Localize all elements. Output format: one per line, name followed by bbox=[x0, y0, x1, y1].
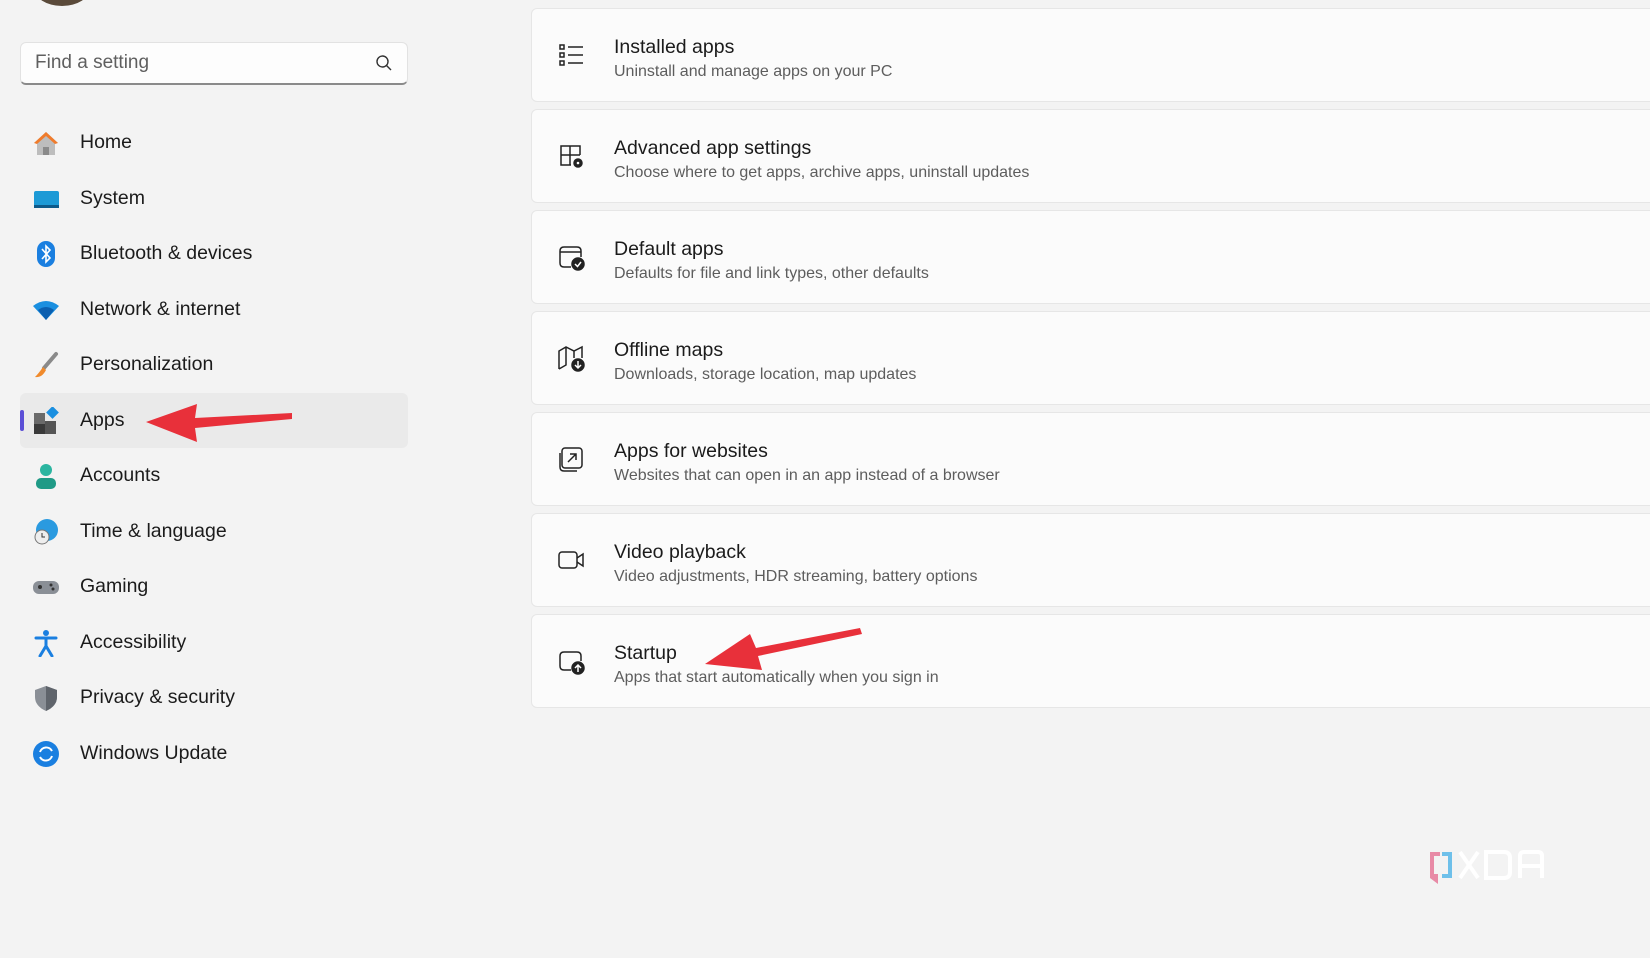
search-box[interactable] bbox=[20, 42, 408, 85]
sidebar-item-label: Accounts bbox=[80, 464, 161, 487]
card-advanced-app-settings[interactable]: Advanced app settings Choose where to get… bbox=[531, 109, 1650, 203]
sidebar-item-label: System bbox=[80, 186, 146, 209]
wifi-icon bbox=[33, 300, 59, 320]
xda-watermark-logo bbox=[1430, 850, 1544, 884]
card-installed-apps[interactable]: Installed apps Uninstall and manage apps … bbox=[531, 8, 1650, 102]
sidebar-item-label: Gaming bbox=[80, 575, 149, 598]
sidebar-item-system[interactable]: System bbox=[20, 171, 408, 227]
globe-clock-icon bbox=[34, 518, 58, 544]
apps-icon bbox=[34, 406, 59, 434]
sidebar-item-label: Time & language bbox=[80, 519, 227, 542]
home-icon bbox=[34, 132, 58, 155]
paintbrush-icon bbox=[35, 352, 58, 378]
card-startup[interactable]: Startup Apps that start automatically whe… bbox=[531, 614, 1650, 708]
default-apps-icon bbox=[559, 246, 585, 271]
sidebar-item-label: Bluetooth & devices bbox=[80, 242, 253, 265]
sidebar-item-label: Personalization bbox=[80, 353, 214, 376]
accessibility-icon bbox=[34, 629, 58, 657]
sidebar-item-windows-update[interactable]: Windows Update bbox=[20, 726, 408, 782]
sidebar-item-gaming[interactable]: Gaming bbox=[20, 559, 408, 615]
sidebar-nav: Home System Bluetooth & devices Network … bbox=[20, 115, 408, 781]
sidebar-item-accessibility[interactable]: Accessibility bbox=[20, 615, 408, 671]
user-avatar[interactable] bbox=[34, 0, 90, 6]
sidebar-item-personalization[interactable]: Personalization bbox=[20, 337, 408, 393]
sidebar-item-label: Apps bbox=[80, 408, 125, 431]
card-apps-for-websites[interactable]: Apps for websites Websites that can open … bbox=[531, 412, 1650, 506]
card-offline-maps[interactable]: Offline maps Downloads, storage location,… bbox=[531, 311, 1650, 405]
sidebar-item-apps[interactable]: Apps bbox=[20, 392, 408, 448]
sidebar-item-label: Accessibility bbox=[80, 630, 187, 653]
list-icon bbox=[559, 44, 583, 66]
sidebar-item-label: Home bbox=[80, 131, 133, 154]
sidebar-item-label: Privacy & security bbox=[80, 686, 235, 709]
card-default-apps[interactable]: Default apps Defaults for file and link t… bbox=[531, 210, 1650, 304]
bluetooth-icon bbox=[37, 241, 55, 267]
sidebar-item-privacy[interactable]: Privacy & security bbox=[20, 670, 408, 726]
monitor-icon bbox=[34, 190, 59, 208]
app-settings-icon bbox=[560, 145, 583, 168]
search-icon[interactable] bbox=[375, 54, 393, 72]
map-download-icon bbox=[558, 345, 585, 372]
video-camera-icon bbox=[558, 551, 584, 569]
card-video-playback[interactable]: Video playback Video adjustments, HDR str… bbox=[531, 513, 1650, 607]
sidebar-item-label: Network & internet bbox=[80, 297, 241, 320]
open-external-icon bbox=[559, 447, 583, 472]
sidebar-item-accounts[interactable]: Accounts bbox=[20, 448, 408, 504]
sidebar-item-bluetooth[interactable]: Bluetooth & devices bbox=[20, 226, 408, 282]
sidebar-item-home[interactable]: Home bbox=[20, 115, 408, 171]
startup-icon bbox=[559, 651, 585, 675]
shield-icon bbox=[35, 686, 57, 711]
search-input[interactable] bbox=[35, 52, 375, 74]
sidebar-item-time-language[interactable]: Time & language bbox=[20, 504, 408, 560]
update-icon bbox=[33, 740, 59, 767]
gamepad-icon bbox=[33, 581, 59, 594]
person-icon bbox=[36, 464, 56, 489]
apps-settings-list: Installed apps Uninstall and manage apps … bbox=[531, 8, 1650, 715]
sidebar-item-network[interactable]: Network & internet bbox=[20, 282, 408, 338]
sidebar-item-label: Windows Update bbox=[80, 741, 228, 764]
